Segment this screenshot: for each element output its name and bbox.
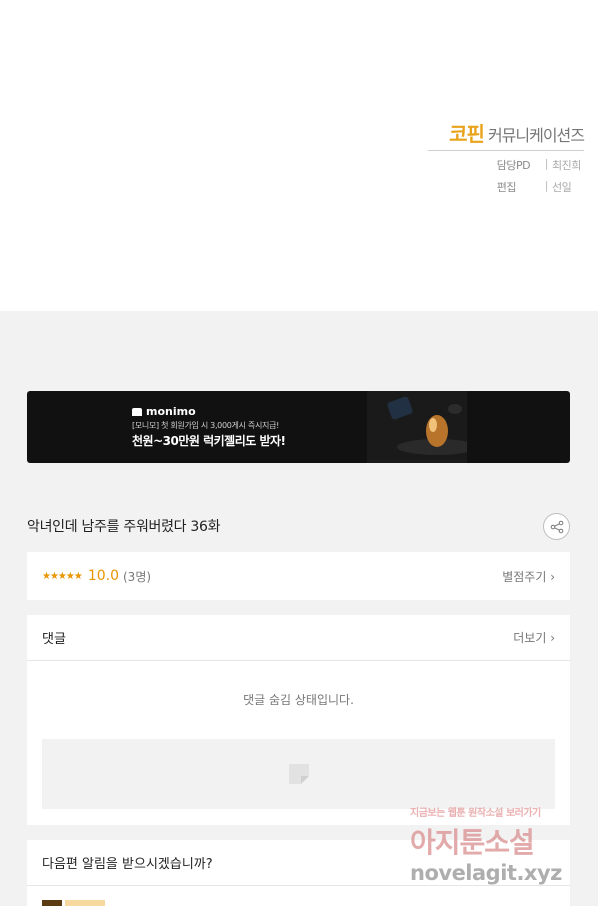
watermark-main: 아지툰소설 bbox=[410, 826, 535, 859]
banner-sub-text: [모니모] 첫 회원가입 시 3,000게시 즉시지급! bbox=[132, 421, 280, 430]
banner-main-text: 천원~30만원 럭키젤리도 받자! bbox=[132, 434, 286, 448]
credit-row-editor: 편집 | 선일 bbox=[428, 179, 584, 195]
rating-score: 10.0 bbox=[87, 568, 119, 584]
comment-more-link[interactable]: 더보기 › bbox=[513, 629, 555, 646]
credit-separator: | bbox=[544, 157, 549, 170]
watermark-url: novelagit.xyz bbox=[410, 861, 562, 885]
credit-person: 선일 bbox=[552, 181, 572, 194]
credit-row-pd: 담당PD | 최진희 bbox=[428, 157, 584, 173]
banner-logo: monimo bbox=[132, 405, 196, 418]
credit-separator: | bbox=[544, 179, 549, 192]
comment-write-icon bbox=[288, 764, 309, 784]
banner-logo-text: monimo bbox=[146, 405, 196, 418]
credit-role: 담당PD bbox=[496, 159, 531, 172]
episode-title: 악녀인데 남주를 주워버렸다 36화 bbox=[27, 519, 221, 535]
monimo-logo-icon bbox=[132, 407, 142, 416]
credit-role: 편집 bbox=[496, 181, 517, 194]
banner-jelly-image bbox=[367, 391, 467, 463]
comment-hidden-message: 댓글 숨김 상태입니다. bbox=[243, 693, 354, 707]
share-button[interactable] bbox=[543, 513, 570, 540]
notify-thumbnail[interactable] bbox=[42, 900, 62, 906]
ad-banner[interactable]: monimo [모니모] 첫 회원가입 시 3,000게시 즉시지급! 천원~3… bbox=[27, 391, 570, 463]
comment-header: 댓글 더보기 › bbox=[27, 615, 570, 661]
rating-stars: ★★★★★ bbox=[42, 570, 83, 582]
brand-name: 커뮤니케이션즈 bbox=[487, 126, 585, 145]
brand-mark: 코핀 bbox=[449, 122, 485, 146]
watermark: 지금보는 웹툰 원작소설 보러가기 아지툰소설 novelagit.xyz bbox=[410, 804, 580, 885]
rating-box: ★★★★★ 10.0 (3명) 별점주기 › bbox=[27, 552, 570, 600]
comment-section: 댓글 더보기 › 댓글 숨김 상태입니다. bbox=[27, 615, 570, 825]
comment-title: 댓글 bbox=[42, 632, 66, 647]
studio-brand: 코핀 커뮤니케이션즈 bbox=[428, 118, 585, 151]
share-icon bbox=[550, 520, 563, 533]
rating-count: (3명) bbox=[123, 569, 152, 584]
notify-tag bbox=[65, 900, 105, 906]
comment-input-area[interactable] bbox=[42, 739, 555, 809]
watermark-top: 지금보는 웹툰 원작소설 보러가기 bbox=[410, 808, 541, 819]
rate-button[interactable]: 별점주기 › bbox=[502, 568, 555, 585]
credit-person: 최진희 bbox=[552, 159, 581, 172]
credits-block: 코핀 커뮤니케이션즈 담당PD | 최진희 편집 | 선일 bbox=[428, 118, 585, 195]
episode-end-area: 코핀 커뮤니케이션즈 담당PD | 최진희 편집 | 선일 bbox=[0, 0, 598, 311]
